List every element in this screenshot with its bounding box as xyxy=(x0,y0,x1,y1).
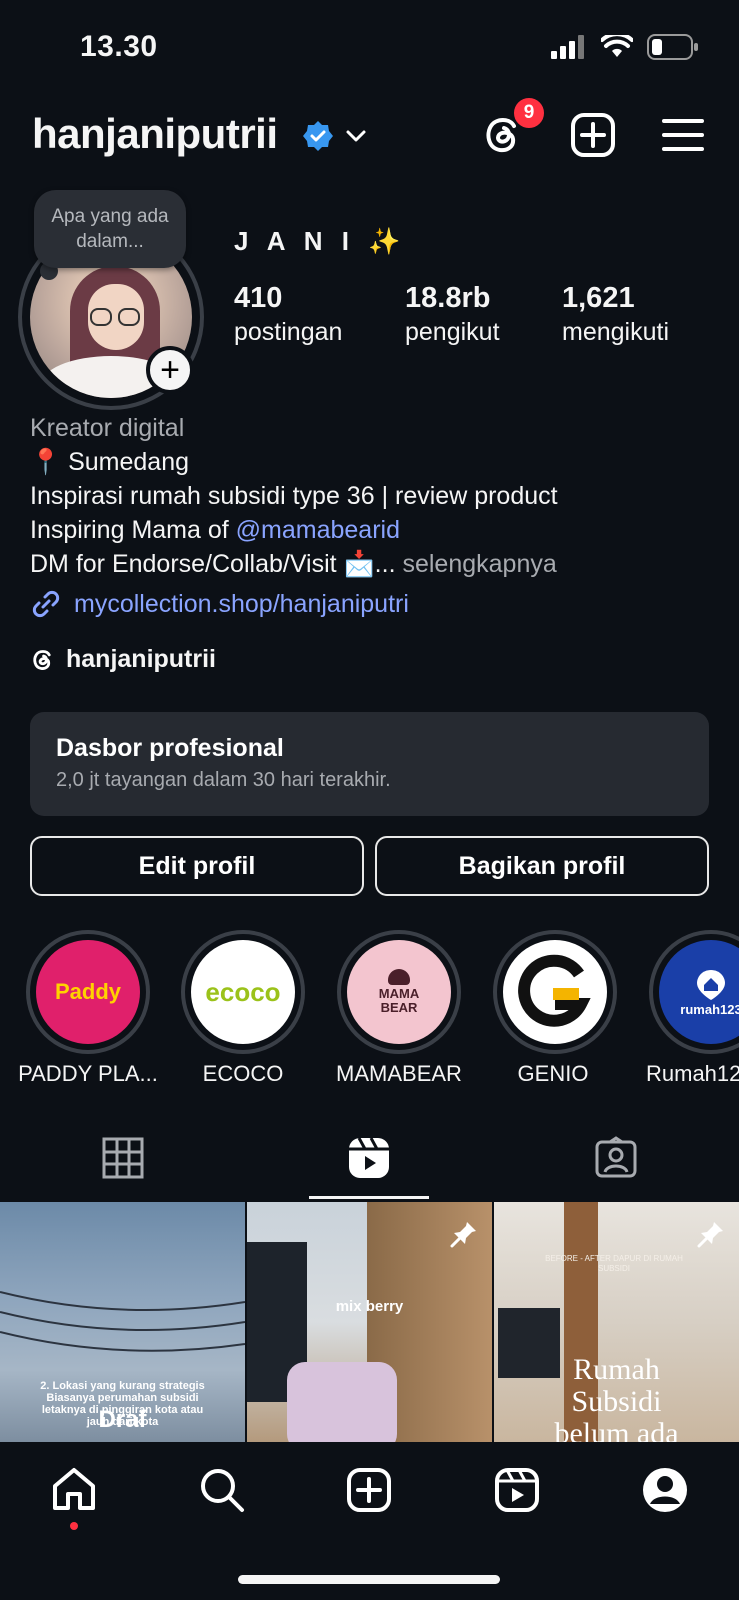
followers-count[interactable]: 18.8rb xyxy=(405,282,490,315)
status-time: 13.30 xyxy=(80,30,158,63)
tagged-tab-icon[interactable] xyxy=(594,1136,638,1180)
paddy-logo: Paddy xyxy=(36,940,140,1044)
bio-text: DM for Endorse/Collab/Visit 📩... xyxy=(30,550,403,578)
grid-tab-icon[interactable] xyxy=(101,1136,145,1180)
reel-caption: Rumah Subsidi belum ada xyxy=(554,1353,679,1443)
highlight-mamabear[interactable]: MAMA BEAR xyxy=(337,930,461,1054)
note-bubble[interactable]: Apa yang ada dalam... xyxy=(34,190,186,268)
create-icon[interactable] xyxy=(570,112,616,158)
threads-icon xyxy=(33,649,51,670)
pink-appliance xyxy=(287,1362,397,1442)
link-text[interactable]: mycollection.shop/hanjaniputri xyxy=(74,590,409,619)
pin-icon xyxy=(697,1222,723,1248)
bio-line: DM for Endorse/Collab/Visit 📩... selengk… xyxy=(30,550,557,579)
display-name: J A N I ✨ xyxy=(234,226,407,256)
highlight-label: ECOCO xyxy=(202,1061,284,1086)
bio-mention-link[interactable]: @mamabearid xyxy=(236,516,400,544)
create-post-icon[interactable] xyxy=(345,1466,393,1514)
dashboard-subtitle: 2,0 jt tayangan dalam 30 hari terakhir. xyxy=(56,769,391,791)
posts-label[interactable]: postingan xyxy=(234,318,342,347)
following-label[interactable]: mengikuti xyxy=(562,318,669,347)
pin-icon xyxy=(450,1222,476,1248)
profile-username[interactable]: hanjaniputrii xyxy=(32,110,278,158)
bio-line: Inspirasi rumah subsidi type 36 | review… xyxy=(30,482,558,510)
highlight-genio[interactable] xyxy=(493,930,617,1054)
dashboard-title: Dasbor profesional xyxy=(56,734,284,762)
grid-item-reel[interactable]: mix berry xyxy=(247,1202,492,1442)
threads-handle[interactable]: hanjaniputrii xyxy=(66,645,216,674)
reel-caption-top: BEFORE - AFTER DAPUR DI RUMAH SUBSIDI xyxy=(545,1254,683,1273)
bio-location: 📍 Sumedang xyxy=(30,448,189,476)
genio-logo xyxy=(503,940,607,1044)
link-icon xyxy=(32,590,60,618)
home-icon[interactable] xyxy=(50,1466,98,1514)
grid-item-reel[interactable]: BEFORE - AFTER DAPUR DI RUMAH SUBSIDI Ru… xyxy=(494,1202,739,1442)
notification-badge: 9 xyxy=(512,96,546,130)
signal-icon xyxy=(551,35,584,59)
chevron-down-icon[interactable] xyxy=(344,124,368,148)
threads-profile-link[interactable]: hanjaniputrii xyxy=(30,645,216,674)
home-activity-dot xyxy=(70,1522,78,1530)
highlight-label: PADDY PLA... xyxy=(18,1061,158,1086)
following-count[interactable]: 1,621 xyxy=(562,282,635,315)
grid-item-draft[interactable]: 2. Lokasi yang kurang strategis Biasanya… xyxy=(0,1202,245,1442)
ecoco-logo: ecoco xyxy=(191,940,295,1044)
rumah123-logo: rumah123 xyxy=(659,940,739,1044)
highlight-paddy[interactable]: Paddy xyxy=(26,930,150,1054)
genio-g-icon xyxy=(518,954,591,1027)
professional-dashboard[interactable]: Dasbor profesional 2,0 jt tayangan dalam… xyxy=(30,712,709,816)
highlight-label: MAMABEAR xyxy=(336,1061,462,1086)
house-pin-icon xyxy=(697,969,725,1000)
highlight-label: GENIO xyxy=(517,1061,589,1086)
reel-caption: mix berry xyxy=(335,1298,404,1315)
active-tab-indicator xyxy=(309,1196,429,1199)
posts-count[interactable]: 410 xyxy=(234,282,282,315)
status-icons xyxy=(551,34,699,60)
reels-icon[interactable] xyxy=(493,1466,541,1514)
highlight-ecoco[interactable]: ecoco xyxy=(181,930,305,1054)
edit-profile-button[interactable]: Edit profil xyxy=(30,836,364,896)
draft-label: Draf xyxy=(98,1406,147,1433)
home-indicator xyxy=(238,1575,500,1584)
battery-icon xyxy=(647,34,698,60)
verified-badge-icon xyxy=(303,121,333,151)
highlight-label: Rumah12 xyxy=(646,1061,739,1086)
highlight-rumah123[interactable]: rumah123 xyxy=(649,930,739,1054)
bio-line: Inspiring Mama of @mamabearid xyxy=(30,516,400,545)
menu-icon[interactable] xyxy=(660,112,706,158)
profile-icon[interactable] xyxy=(641,1466,689,1514)
profile-category: Kreator digital xyxy=(30,414,185,442)
add-story-button[interactable]: + xyxy=(146,346,194,394)
profile-link[interactable]: mycollection.shop/hanjaniputri xyxy=(30,588,409,620)
share-profile-button[interactable]: Bagikan profil xyxy=(375,836,709,896)
power-lines xyxy=(0,1291,245,1352)
bio-text: Inspiring Mama of xyxy=(30,516,236,544)
reels-tab-icon[interactable] xyxy=(347,1136,391,1180)
followers-label[interactable]: pengikut xyxy=(405,318,500,347)
search-icon[interactable] xyxy=(198,1466,246,1514)
mamabear-logo: MAMA BEAR xyxy=(347,940,451,1044)
see-more-link[interactable]: selengkapnya xyxy=(402,550,556,578)
wifi-icon xyxy=(601,35,633,57)
